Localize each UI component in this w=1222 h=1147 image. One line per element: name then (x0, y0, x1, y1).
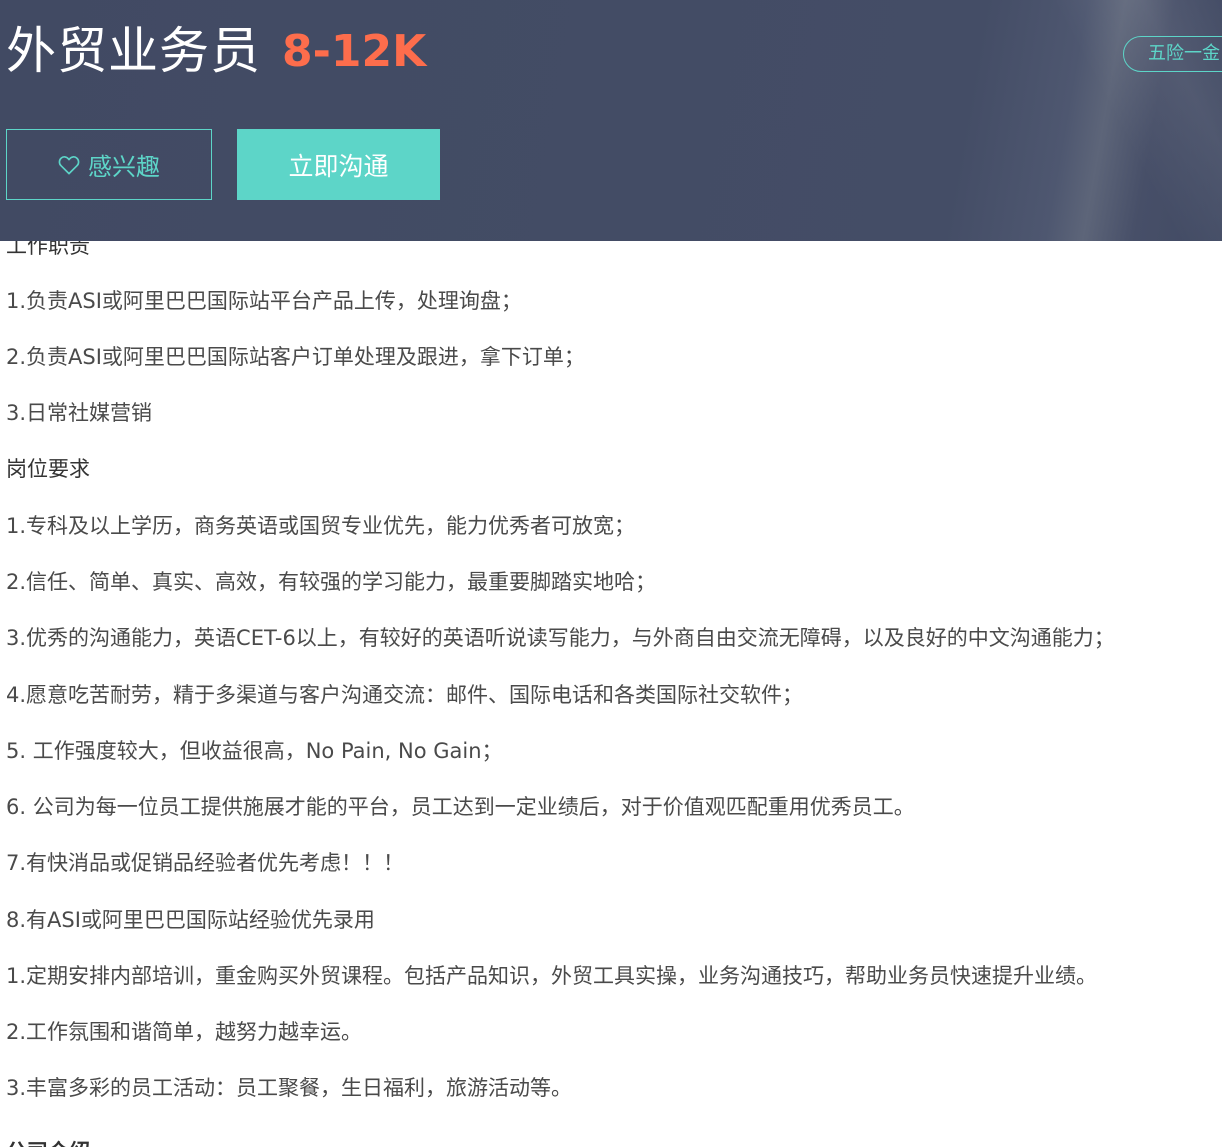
description-line: 2.信任、简单、真实、高效，有较强的学习能力，最重要脚踏实地哈； (6, 570, 657, 594)
heart-outline-icon (58, 155, 80, 175)
description-line: 1.定期安排内部培训，重金购买外贸课程。包括产品知识，外贸工具实操，业务沟通技巧… (6, 964, 1098, 988)
description-line: 1.负责ASI或阿里巴巴国际站平台产品上传，处理询盘； (6, 289, 522, 313)
description-line: 3.优秀的沟通能力，英语CET-6以上，有较好的英语听说读写能力，与外商自由交流… (6, 626, 1115, 650)
description-line: 3.日常社媒营销 (6, 401, 153, 425)
description-line: 3.丰富多彩的员工活动：员工聚餐，生日福利，旅游活动等。 (6, 1076, 573, 1100)
benefit-tag: 五险一金 (1123, 36, 1222, 72)
description-line: 6. 公司为每一位员工提供施展才能的平台，员工达到一定业绩后，对于价值观匹配重用… (6, 795, 915, 819)
job-title: 外贸业务员 (6, 22, 261, 80)
description-line: 2.负责ASI或阿里巴巴国际站客户订单处理及跟进，拿下订单； (6, 345, 585, 369)
description-line: 7.有快消品或促销品经验者优先考虑！！！ (6, 851, 405, 875)
job-header: 外贸业务员 8-12K 五险一金 感兴趣 立即沟通 (0, 0, 1222, 241)
chat-now-button-label: 立即沟通 (288, 151, 389, 181)
job-detail-page: 工作职责 1.负责ASI或阿里巴巴国际站平台产品上传，处理询盘； 2.负责ASI… (0, 0, 1222, 1147)
interest-button-label: 感兴趣 (88, 153, 160, 181)
section-heading-company: 公司介绍 (6, 1138, 90, 1147)
description-line: 8.有ASI或阿里巴巴国际站经验优先录用 (6, 908, 375, 932)
interest-button[interactable]: 感兴趣 (6, 129, 212, 200)
description-line: 5. 工作强度较大，但收益很高，No Pain, No Gain； (6, 739, 503, 763)
description-line: 4.愿意吃苦耐劳，精于多渠道与客户沟通交流：邮件、国际电话和各类国际社交软件； (6, 683, 804, 707)
chat-now-button[interactable]: 立即沟通 (237, 129, 440, 200)
salary-range: 8-12K (282, 26, 427, 77)
description-line: 2.工作氛围和谐简单，越努力越幸运。 (6, 1020, 363, 1044)
section-heading-requirements: 岗位要求 (6, 457, 90, 481)
description-line: 1.专科及以上学历，商务英语或国贸专业优先，能力优秀者可放宽； (6, 514, 636, 538)
